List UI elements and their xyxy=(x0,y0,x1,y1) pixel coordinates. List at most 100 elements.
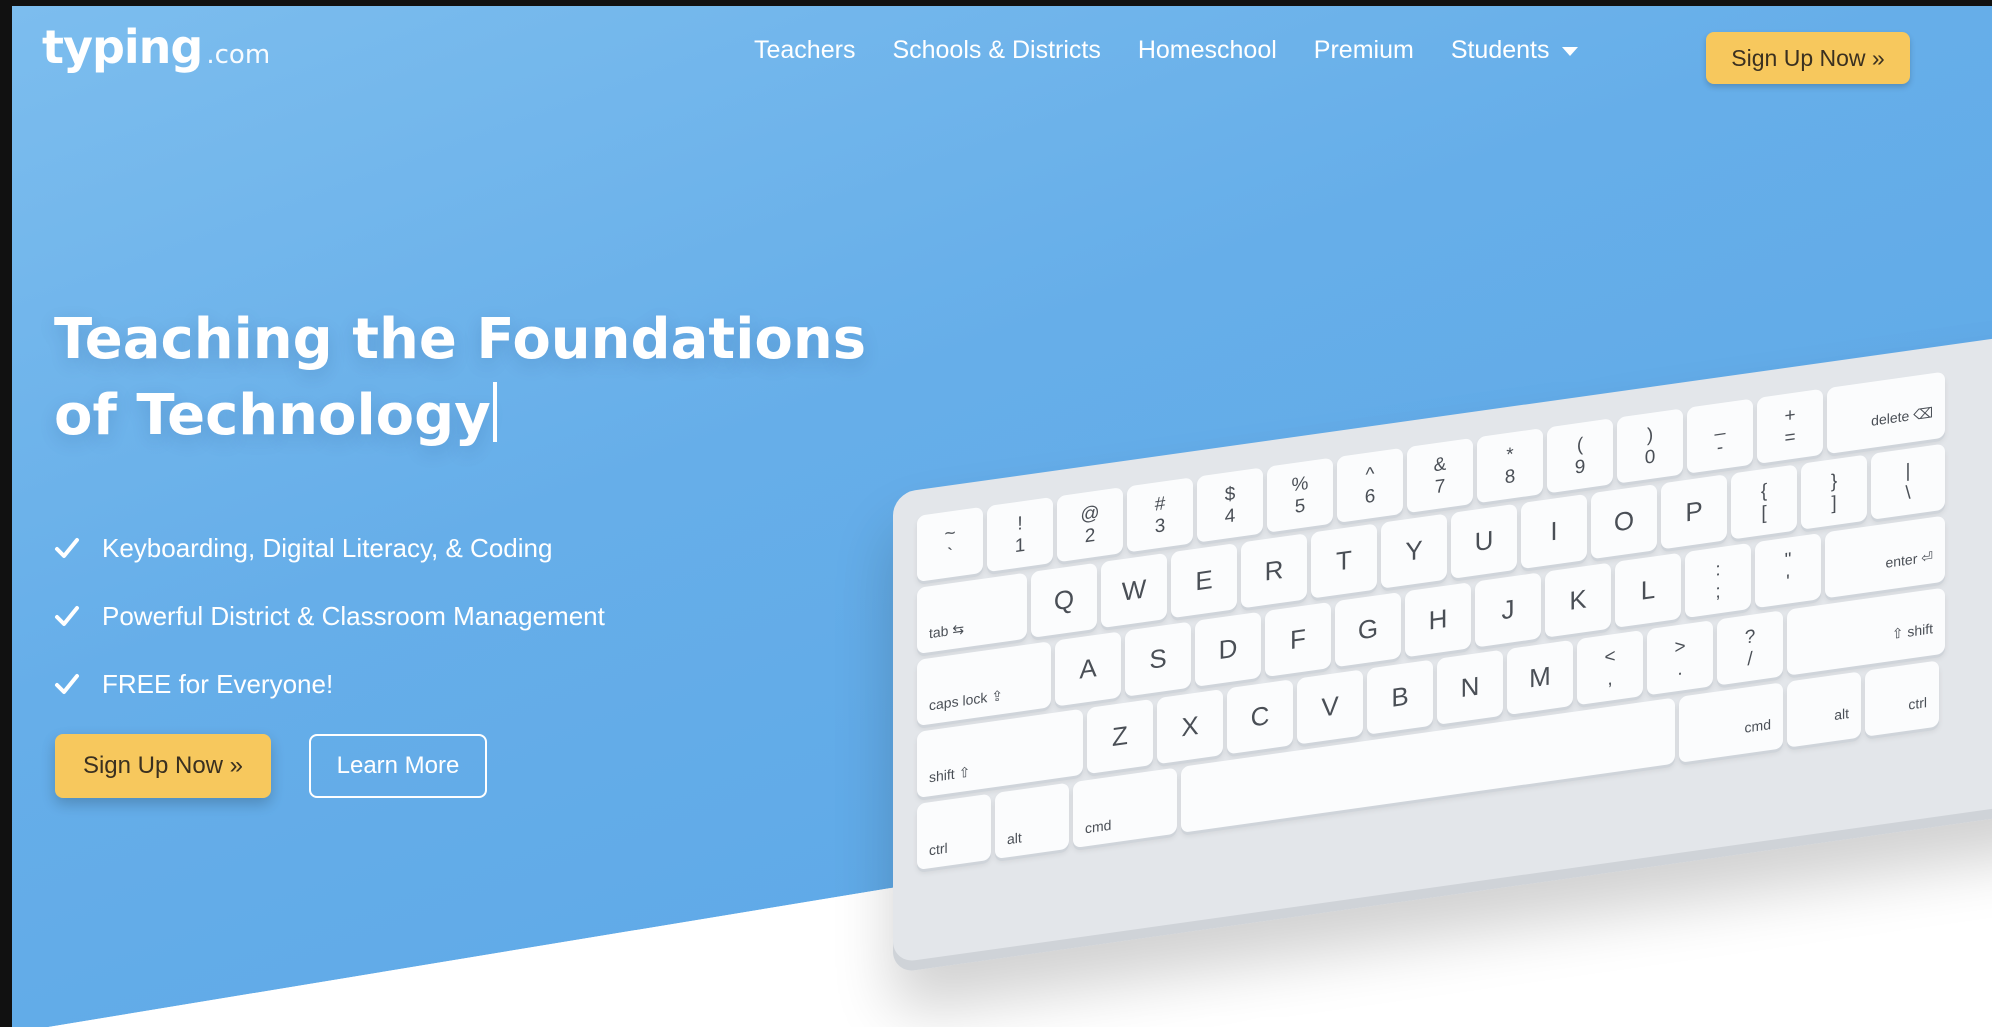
keyboard-key: ~ ` xyxy=(917,506,983,582)
keyboard-key: ^ 6 xyxy=(1337,447,1403,523)
keyboard-key: M xyxy=(1507,639,1573,716)
headline-line-2-wrap: of Technology xyxy=(54,378,874,454)
keyboard-key: F xyxy=(1265,601,1331,678)
keyboard-key: C xyxy=(1227,679,1293,755)
keyboard-key: {[ xyxy=(1731,464,1797,540)
text-cursor xyxy=(492,382,497,442)
key-label: A xyxy=(1079,652,1097,685)
headline-line-2: of Technology xyxy=(54,383,491,448)
key-label: D xyxy=(1218,632,1238,666)
key-label: W xyxy=(1121,573,1147,607)
key-label: K xyxy=(1569,583,1587,616)
keyboard-key: @2 xyxy=(1057,487,1123,563)
nav-link-schools-districts[interactable]: Schools & Districts xyxy=(892,36,1100,65)
keyboard-key: ctrl xyxy=(917,793,991,870)
logo-wordmark: typing xyxy=(42,20,203,74)
key-label: X xyxy=(1181,709,1199,743)
key-label: cmd xyxy=(1085,816,1112,837)
main-nav: Teachers Schools & Districts Homeschool … xyxy=(754,36,1615,65)
key-label: ⇧ shift xyxy=(1891,620,1933,643)
keyboard-key: B xyxy=(1367,659,1433,735)
key-label: delete ⌫ xyxy=(1871,404,1933,429)
keyboard-key: alt xyxy=(1787,671,1861,748)
keyboard-key: & 7 xyxy=(1407,437,1473,514)
key-label: ctrl xyxy=(1908,694,1927,713)
key-label: U xyxy=(1474,524,1494,558)
keyboard-key: :; xyxy=(1685,542,1751,619)
keyboard-key: Z xyxy=(1087,698,1153,775)
hero-sign-up-button[interactable]: Sign Up Now » xyxy=(55,734,271,798)
keyboard-key: R xyxy=(1241,533,1307,609)
feature-text: Keyboarding, Digital Literacy, & Coding xyxy=(102,532,553,563)
nav-link-premium[interactable]: Premium xyxy=(1314,36,1414,65)
nav-dropdown-students[interactable]: Students xyxy=(1451,36,1578,65)
nav-link-teachers[interactable]: Teachers xyxy=(754,36,855,65)
feature-item: Keyboarding, Digital Literacy, & Coding xyxy=(54,514,605,582)
keyboard-key: V xyxy=(1297,669,1363,745)
key-label: I xyxy=(1550,515,1558,547)
keyboard-key: E xyxy=(1171,543,1237,619)
feature-list: Keyboarding, Digital Literacy, & Coding … xyxy=(54,514,605,718)
keyboard-key: I xyxy=(1521,493,1587,570)
keyboard-key: | \ xyxy=(1871,443,1945,520)
header-sign-up-button[interactable]: Sign Up Now » xyxy=(1706,32,1910,84)
caret-down-icon xyxy=(1561,47,1578,56)
nav-link-homeschool[interactable]: Homeschool xyxy=(1138,36,1277,65)
keyboard-key: alt xyxy=(995,782,1069,860)
key-label: S xyxy=(1149,642,1167,675)
keyboard-key: K xyxy=(1545,562,1611,638)
keyboard-key: (9 xyxy=(1547,418,1613,494)
key-label: V xyxy=(1321,690,1339,723)
keyboard-key: }] xyxy=(1801,454,1867,530)
keyboard-key: #3 xyxy=(1127,477,1193,553)
key-label: tab ⇆ xyxy=(929,620,965,642)
keyboard-key: D xyxy=(1195,611,1261,687)
key-label: Y xyxy=(1405,534,1423,567)
keyboard-key: * 8 xyxy=(1477,428,1543,504)
key-label: C xyxy=(1250,699,1270,733)
key-label: alt xyxy=(1834,705,1849,724)
keyboard-key: A xyxy=(1055,631,1121,707)
key-label: alt xyxy=(1007,829,1022,848)
keyboard-key: + = xyxy=(1757,388,1823,464)
key-label: Q xyxy=(1053,583,1075,617)
feature-text: Powerful District & Classroom Management xyxy=(102,600,605,631)
keyboard-key: Y xyxy=(1381,513,1447,589)
keyboard-key: _ - xyxy=(1687,398,1753,474)
key-label: P xyxy=(1685,495,1703,528)
keyboard-key: J xyxy=(1475,572,1541,648)
keyboard-key: ? / xyxy=(1717,610,1783,686)
keyboard-key: W xyxy=(1101,552,1167,629)
keyboard-key: U xyxy=(1451,503,1517,579)
feature-item: FREE for Everyone! xyxy=(54,650,605,718)
logo-domain-suffix: .com xyxy=(206,40,271,70)
keyboard-key: >. xyxy=(1647,620,1713,696)
learn-more-button[interactable]: Learn More xyxy=(309,734,487,798)
key-label: enter ⏎ xyxy=(1885,548,1933,571)
keyboard-key: L xyxy=(1615,552,1681,628)
keyboard-key: Q xyxy=(1031,562,1097,638)
keyboard-key: H xyxy=(1405,582,1471,658)
keyboard-key: N xyxy=(1437,649,1503,725)
key-label: G xyxy=(1357,612,1379,646)
nav-students-label: Students xyxy=(1450,36,1550,64)
keyboard-key: <, xyxy=(1577,629,1643,706)
keyboard-key: S xyxy=(1125,621,1191,697)
keyboard-key: % 5 xyxy=(1267,457,1333,533)
key-label: Z xyxy=(1112,719,1128,753)
key-label: L xyxy=(1640,573,1656,606)
key-label: H xyxy=(1428,602,1448,636)
key-label: caps lock ⇪ xyxy=(929,686,1003,714)
keyboard-key: X xyxy=(1157,688,1223,765)
key-label: cmd xyxy=(1744,715,1771,736)
site-logo[interactable]: typing .com xyxy=(42,20,270,74)
key-label: T xyxy=(1336,544,1352,577)
keyboard-key: $4 xyxy=(1197,467,1263,543)
key-label: F xyxy=(1290,622,1306,656)
keyboard-key: O xyxy=(1591,483,1657,560)
key-label: E xyxy=(1195,563,1213,597)
feature-text: FREE for Everyone! xyxy=(102,668,334,699)
keyboard-key: T xyxy=(1311,523,1377,599)
keyboard-key: G xyxy=(1335,591,1401,668)
key-label: N xyxy=(1460,670,1480,704)
